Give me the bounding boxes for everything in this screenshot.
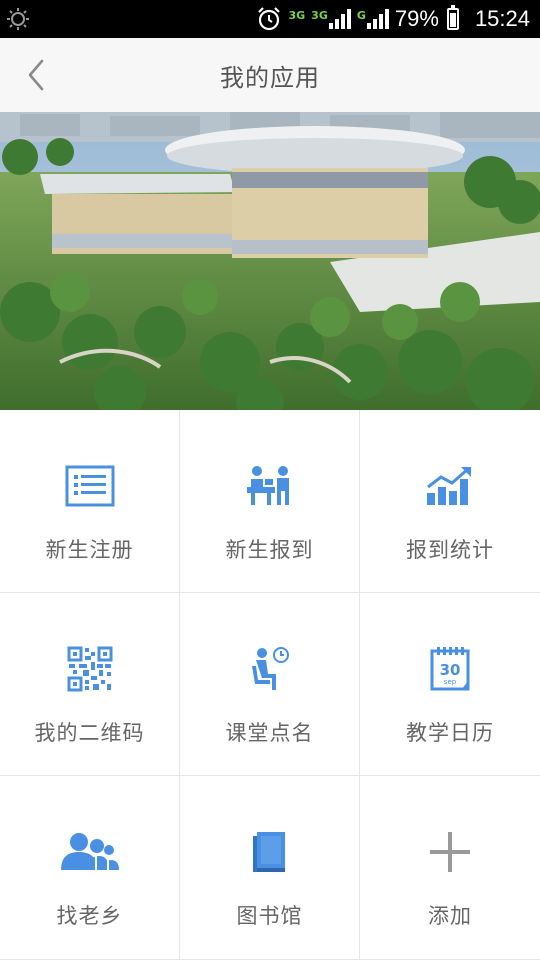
network-indicator-2: 3G <box>311 9 351 29</box>
app-tile-calendar[interactable]: 30 sep 教学日历 <box>360 593 540 776</box>
signal-icon-2 <box>366 9 389 29</box>
alarm-icon <box>258 7 281 31</box>
app-tile-registration[interactable]: 新生注册 <box>0 410 180 593</box>
app-label: 新生报到 <box>225 538 314 562</box>
battery-percentage: 79% <box>394 6 439 31</box>
network-indicator-3: G <box>357 9 389 29</box>
app-tile-add[interactable]: 添加 <box>360 776 540 960</box>
calendar-day-text: 30 <box>440 661 461 679</box>
app-tile-statistics[interactable]: 报到统计 <box>360 410 540 593</box>
signal-icon <box>328 9 351 29</box>
brightness-icon <box>7 8 29 30</box>
app-label: 教学日历 <box>406 721 494 745</box>
network-type-1: 3G <box>288 8 306 22</box>
app-label: 图书馆 <box>236 904 303 928</box>
status-right: 3G 3G G 79% 15:24 <box>256 0 530 38</box>
app-label: 找老乡 <box>56 904 123 928</box>
add-plus-icon <box>430 832 470 872</box>
network-indicator-1: 3G <box>288 10 305 29</box>
roll-call-icon <box>251 647 289 690</box>
app-label: 新生注册 <box>45 538 134 562</box>
back-button[interactable] <box>18 56 54 94</box>
status-bar: 3G 3G G 79% 15:24 <box>0 0 540 38</box>
app-tile-roll-call[interactable]: 课堂点名 <box>180 593 360 776</box>
app-tile-find-townsmen[interactable]: 找老乡 <box>0 776 180 960</box>
network-type-2: 3G <box>311 9 328 22</box>
people-group-icon <box>60 833 119 870</box>
app-tile-qr-code[interactable]: 我的二维码 <box>0 593 180 776</box>
app-label: 课堂点名 <box>225 721 314 745</box>
network-type-3: G <box>356 9 366 22</box>
statistics-chart-icon <box>427 467 471 505</box>
app-tile-check-in[interactable]: 新生报到 <box>180 410 360 593</box>
app-tile-library[interactable]: 图书馆 <box>180 776 360 960</box>
status-clock: 15:24 <box>474 6 530 31</box>
battery-icon <box>446 5 459 30</box>
calendar-icon: 30 sep <box>430 647 470 691</box>
campus-banner[interactable] <box>0 112 540 410</box>
campus-stadium-photo <box>0 112 540 410</box>
page-title: 我的应用 <box>220 63 320 92</box>
app-label: 添加 <box>428 904 472 928</box>
app-label: 报到统计 <box>406 538 494 562</box>
app-grid: 新生注册 新生报到 报到统计 我的二维码 课堂点名 30 sep 教学日历 找老… <box>0 410 540 960</box>
registration-list-icon <box>65 465 114 507</box>
calendar-month-text: sep <box>444 678 457 686</box>
chevron-left-icon <box>28 59 44 91</box>
qr-code-icon <box>67 646 112 692</box>
app-label: 我的二维码 <box>34 721 145 745</box>
library-book-icon <box>252 832 285 872</box>
check-in-desk-icon <box>246 466 289 505</box>
app-header: 我的应用 <box>0 38 540 113</box>
status-left <box>6 7 256 31</box>
